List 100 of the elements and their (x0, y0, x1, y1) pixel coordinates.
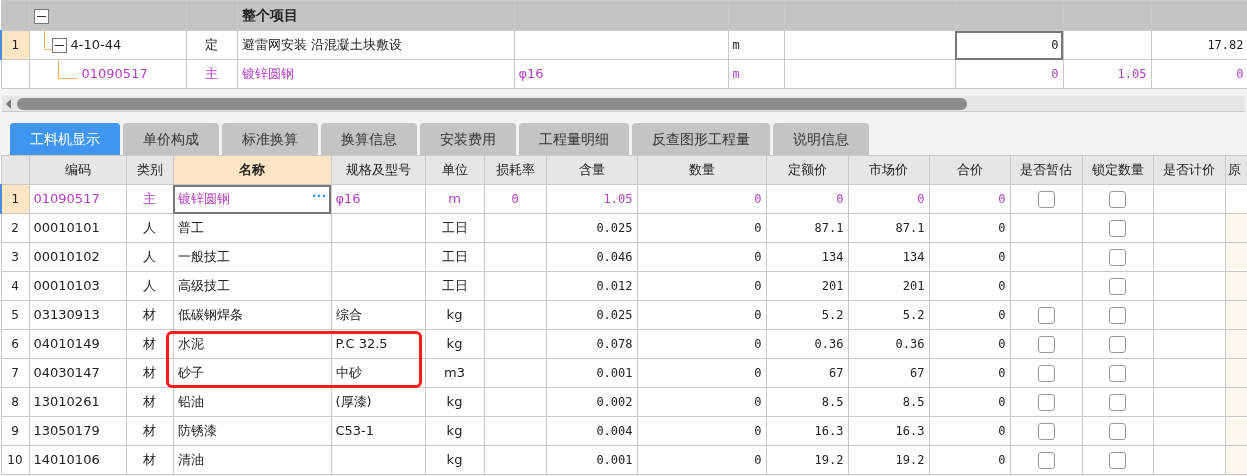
table-cell: 00010103 (29, 271, 126, 301)
table-cell: 0.004 (546, 416, 637, 446)
checkbox[interactable] (1037, 191, 1055, 209)
tree-connector (43, 31, 52, 50)
column-header[interactable]: 数量 (637, 155, 766, 185)
checkbox[interactable] (1109, 394, 1126, 412)
checkbox[interactable] (1109, 220, 1126, 238)
column-header[interactable]: 含量 (546, 155, 637, 185)
group-title: 整个项目 (241, 7, 298, 23)
column-header[interactable]: 定额价 (766, 155, 848, 185)
column-header[interactable]: 合价 (929, 155, 1010, 185)
table-cell: 19.2 (766, 445, 848, 475)
table-cell: (厚漆) (331, 387, 425, 417)
table-cell: 材 (126, 300, 173, 330)
checkbox[interactable] (1109, 336, 1126, 354)
tab[interactable]: 标准换算 (222, 123, 318, 155)
table-cell: 01090517 (29, 184, 126, 214)
column-header[interactable]: 规格及型号 (331, 155, 425, 185)
table-cell: 0 (929, 416, 1010, 446)
table-cell: 13050179 (29, 416, 126, 446)
column-header[interactable]: 锁定数量 (1082, 155, 1153, 185)
table-cell: 0 (637, 300, 766, 330)
column-header[interactable]: 市场价 (848, 155, 929, 185)
checkbox[interactable] (1037, 423, 1055, 441)
table-cell: 清油 (173, 445, 331, 475)
table-cell: 铅油 (173, 387, 331, 417)
table-cell: 0.36 (848, 329, 929, 359)
table-cell: 0.36 (766, 329, 848, 359)
table-cell: 87.1 (848, 213, 929, 243)
checkbox[interactable] (1037, 452, 1055, 470)
column-header[interactable]: 损耗率 (484, 155, 546, 185)
checkbox[interactable] (1037, 336, 1055, 354)
cell-text: 4-10-44 (70, 37, 122, 53)
table-cell: 0 (637, 329, 766, 359)
table-cell: 0 (637, 387, 766, 417)
table-cell: 0.025 (546, 213, 637, 243)
column-header[interactable]: 单位 (425, 155, 484, 185)
tab[interactable]: 换算信息 (321, 123, 417, 155)
table-cell: 0.012 (546, 271, 637, 301)
table-cell: 0.078 (546, 329, 637, 359)
table-cell: kg (425, 445, 484, 475)
checkbox[interactable] (1109, 307, 1126, 325)
column-header[interactable]: 编码 (29, 155, 126, 185)
tab[interactable]: 反查图形工程量 (632, 123, 770, 155)
checkbox[interactable] (1109, 278, 1126, 296)
table-cell: 材 (126, 445, 173, 475)
table-cell: 1.05 (546, 184, 637, 214)
checkbox[interactable] (1109, 452, 1126, 470)
tree-connector (57, 60, 78, 79)
checkbox[interactable] (1109, 365, 1126, 383)
cell-text: 0 (1051, 38, 1059, 53)
column-header[interactable]: 原 (1225, 155, 1247, 185)
table-cell: 工日 (425, 271, 484, 301)
table-cell: 材 (126, 416, 173, 446)
scrollbar-thumb[interactable] (17, 97, 967, 110)
table-cell: 0 (929, 242, 1010, 272)
table-cell: 5.2 (766, 300, 848, 330)
checkbox[interactable] (1109, 423, 1126, 441)
checkbox[interactable] (1037, 307, 1055, 325)
tab[interactable]: 单价构成 (123, 123, 219, 155)
table-cell: 0.046 (546, 242, 637, 272)
table-cell: 0 (929, 329, 1010, 359)
table-cell: 0.002 (546, 387, 637, 417)
cell-text: m (732, 38, 740, 53)
table-cell: 201 (848, 271, 929, 301)
collapse-icon[interactable] (33, 8, 49, 24)
table-cell: 0 (637, 184, 766, 214)
table-cell: 0 (484, 184, 546, 214)
table-cell: 镀锌圆钢 (177, 191, 230, 207)
column-header[interactable]: 类别 (126, 155, 173, 185)
checkbox[interactable] (1109, 191, 1126, 209)
table-cell: 134 (848, 242, 929, 272)
tab[interactable]: 说明信息 (773, 123, 869, 155)
column-header[interactable]: 是否计价 (1153, 155, 1225, 185)
table-cell: 14010106 (29, 445, 126, 475)
table-cell: P.C 32.5 (331, 329, 425, 359)
scroll-left-icon[interactable] (6, 98, 11, 109)
checkbox[interactable] (1037, 394, 1055, 412)
table-cell: 201 (766, 271, 848, 301)
tab[interactable]: 工程量明细 (519, 123, 629, 155)
tab[interactable]: 安装费用 (420, 123, 516, 155)
table-cell: 人 (126, 271, 173, 301)
checkbox[interactable] (1109, 249, 1126, 267)
table-cell: 04030147 (29, 358, 126, 388)
table-cell: C53-1 (331, 416, 425, 446)
table-cell: m (425, 184, 484, 214)
table-cell: 03130913 (29, 300, 126, 330)
row-number: 3 (1, 242, 29, 272)
table-cell: m3 (425, 358, 484, 388)
column-header[interactable]: 名称 (173, 155, 331, 185)
cell-text: 17.82 (1207, 38, 1244, 53)
collapse-icon[interactable] (51, 38, 67, 54)
row-number: 1 (11, 38, 20, 52)
checkbox[interactable] (1037, 365, 1055, 383)
column-header[interactable]: 是否暂估 (1010, 155, 1082, 185)
cell-text: 0 (1051, 67, 1059, 82)
table-cell: 0 (929, 300, 1010, 330)
table-cell: 87.1 (766, 213, 848, 243)
table-cell: 00010102 (29, 242, 126, 272)
cell-text: φ16 (518, 66, 544, 82)
